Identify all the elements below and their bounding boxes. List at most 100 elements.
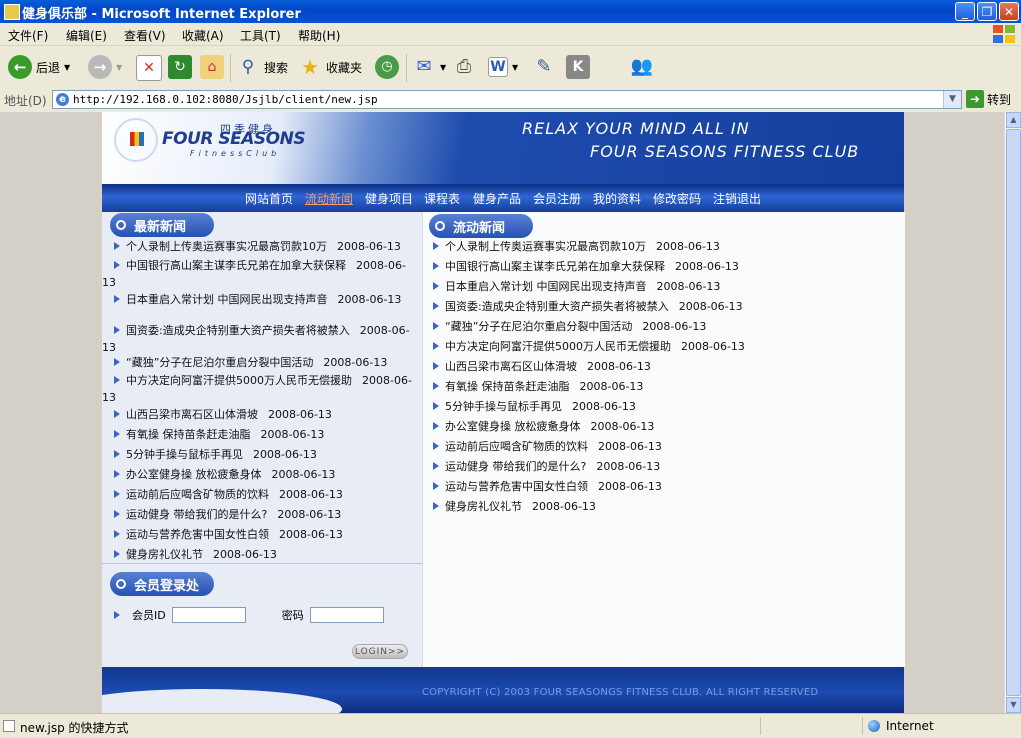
go-button[interactable]: ➜ 转到 (966, 90, 1011, 108)
favorites-button[interactable]: ★ 收藏夹 (298, 46, 362, 88)
menu-view[interactable]: 查看(V) (124, 27, 166, 44)
news-title[interactable]: 山西吕梁市离石区山体滑坡 (445, 360, 577, 373)
menu-file[interactable]: 文件(F) (8, 27, 48, 44)
list-item[interactable]: 运动与营养危害中国女性白领 2008-06-13 (102, 526, 418, 543)
menu-tools[interactable]: 工具(T) (240, 27, 281, 44)
member-id-input[interactable] (171, 607, 246, 623)
list-item[interactable]: 运动与营养危害中国女性白领 2008-06-13 (433, 478, 893, 498)
mail-button[interactable]: ✉ ▼ (412, 46, 446, 88)
list-item[interactable]: 运动健身 带给我们的是什么? 2008-06-13 (102, 506, 418, 523)
back-button[interactable]: ← 后退 ▼ (8, 46, 70, 88)
address-input[interactable] (73, 92, 933, 107)
menu-favorites[interactable]: 收藏(A) (182, 27, 224, 44)
nav-rolling-news[interactable]: 流动新闻 (305, 190, 353, 207)
list-item[interactable]: 5分钟手操与鼠标手再见 2008-06-13 (102, 446, 418, 463)
news-title[interactable]: 5分钟手操与鼠标手再见 (126, 448, 243, 461)
news-title[interactable]: “藏独”分子在尼泊尔重启分裂中国活动 (126, 356, 313, 369)
list-item[interactable]: 运动前后应喝含矿物质的饮料 2008-06-13 (433, 438, 893, 458)
stop-icon[interactable]: ✕ (136, 55, 162, 81)
search-button[interactable]: ⚲ 搜索 (236, 46, 288, 88)
list-item[interactable]: “藏独”分子在尼泊尔重启分裂中国活动 2008-06-13 (102, 354, 418, 371)
news-title[interactable]: 中国银行高山案主谋李氏兄弟在加拿大获保释 (126, 259, 346, 272)
nav-home[interactable]: 网站首页 (245, 190, 293, 207)
menu-help[interactable]: 帮助(H) (298, 27, 340, 44)
nav-schedule[interactable]: 课程表 (424, 190, 460, 207)
news-title[interactable]: 有氧操 保持苗条赶走油脂 (126, 428, 251, 441)
list-item[interactable]: 中方决定向阿富汗提供5000万人民币无偿援助 2008-06-13 (433, 338, 893, 358)
news-title[interactable]: 山西吕梁市离石区山体滑坡 (126, 408, 258, 421)
chevron-down-icon[interactable]: ▼ (943, 91, 961, 108)
list-item[interactable]: 个人录制上传奥运赛事实况最高罚款10万 2008-06-13 (433, 238, 893, 258)
news-title[interactable]: 办公室健身操 放松疲惫身体 (445, 420, 581, 433)
edit-icon: W (488, 57, 508, 77)
minimize-button[interactable]: _ (955, 2, 975, 21)
list-item[interactable]: 国资委:造成央企特别重大资产损失者将被禁入 2008-06-13 (102, 322, 418, 356)
scroll-up-icon[interactable]: ▲ (1006, 112, 1021, 128)
nav-products[interactable]: 健身产品 (473, 190, 521, 207)
list-item[interactable]: 5分钟手操与鼠标手再见 2008-06-13 (433, 398, 893, 418)
list-item[interactable]: 个人录制上传奥运赛事实况最高罚款10万 2008-06-13 (102, 238, 418, 255)
list-item[interactable]: 运动健身 带给我们的是什么? 2008-06-13 (433, 458, 893, 478)
news-title[interactable]: 健身房礼仪礼节 (445, 500, 522, 513)
messenger-icon[interactable]: 👥 (630, 55, 654, 79)
research-icon[interactable]: K (566, 55, 590, 79)
list-item[interactable]: 日本重启入常计划 中国网民出现支持声音 2008-06-13 (433, 278, 893, 298)
news-title[interactable]: “藏独”分子在尼泊尔重启分裂中国活动 (445, 320, 632, 333)
news-title[interactable]: 运动健身 带给我们的是什么? (126, 508, 267, 521)
news-title[interactable]: 运动前后应喝含矿物质的饮料 (126, 488, 269, 501)
vertical-scrollbar[interactable]: ▲ ▼ (1004, 112, 1021, 713)
news-title[interactable]: 中国银行高山案主谋李氏兄弟在加拿大获保释 (445, 260, 665, 273)
refresh-icon[interactable]: ↻ (168, 55, 192, 79)
scroll-thumb[interactable] (1006, 129, 1021, 696)
list-item[interactable]: 办公室健身操 放松疲惫身体 2008-06-13 (433, 418, 893, 438)
news-title[interactable]: 有氧操 保持苗条赶走油脂 (445, 380, 570, 393)
news-title[interactable]: 中方决定向阿富汗提供5000万人民币无偿援助 (126, 374, 352, 387)
news-title[interactable]: 个人录制上传奥运赛事实况最高罚款10万 (445, 240, 646, 253)
nav-logout[interactable]: 注销退出 (713, 190, 761, 207)
news-title[interactable]: 办公室健身操 放松疲惫身体 (126, 468, 262, 481)
news-title[interactable]: 运动与营养危害中国女性白领 (126, 528, 269, 541)
list-item[interactable]: 办公室健身操 放松疲惫身体 2008-06-13 (102, 466, 418, 483)
scroll-down-icon[interactable]: ▼ (1006, 697, 1021, 713)
discuss-icon[interactable]: ✎ (532, 55, 556, 79)
nav-change-password[interactable]: 修改密码 (653, 190, 701, 207)
login-button[interactable]: LOGIN>> (352, 644, 408, 659)
menu-edit[interactable]: 编辑(E) (66, 27, 107, 44)
list-item[interactable]: 国资委:造成央企特别重大资产损失者将被禁入 2008-06-13 (433, 298, 893, 318)
list-item[interactable]: 运动前后应喝含矿物质的饮料 2008-06-13 (102, 486, 418, 503)
news-title[interactable]: 运动前后应喝含矿物质的饮料 (445, 440, 588, 453)
list-item[interactable]: 健身房礼仪礼节 2008-06-13 (433, 498, 893, 518)
news-title[interactable]: 中方决定向阿富汗提供5000万人民币无偿援助 (445, 340, 671, 353)
right-column: 流动新闻 个人录制上传奥运赛事实况最高罚款10万 2008-06-13 中国银行高… (422, 212, 905, 667)
news-title[interactable]: 运动健身 带给我们的是什么? (445, 460, 586, 473)
list-item[interactable]: “藏独”分子在尼泊尔重启分裂中国活动 2008-06-13 (433, 318, 893, 338)
password-input[interactable] (309, 607, 384, 623)
news-title[interactable]: 个人录制上传奥运赛事实况最高罚款10万 (126, 240, 327, 253)
news-title[interactable]: 5分钟手操与鼠标手再见 (445, 400, 562, 413)
list-item[interactable]: 中国银行高山案主谋李氏兄弟在加拿大获保释 2008-06-13 (433, 258, 893, 278)
news-title[interactable]: 国资委:造成央企特别重大资产损失者将被禁入 (126, 324, 350, 337)
list-item[interactable]: 有氧操 保持苗条赶走油脂 2008-06-13 (102, 426, 418, 443)
edit-button[interactable]: W ▼ (488, 46, 518, 88)
list-item[interactable]: 山西吕梁市离石区山体滑坡 2008-06-13 (433, 358, 893, 378)
maximize-button[interactable]: ❐ (977, 2, 997, 21)
news-title[interactable]: 日本重启入常计划 中国网民出现支持声音 (126, 293, 328, 306)
nav-register[interactable]: 会员注册 (533, 190, 581, 207)
list-item[interactable]: 健身房礼仪礼节 2008-06-13 (102, 546, 418, 563)
news-title[interactable]: 健身房礼仪礼节 (126, 548, 203, 561)
news-title[interactable]: 国资委:造成央企特别重大资产损失者将被禁入 (445, 300, 669, 313)
list-item[interactable]: 日本重启入常计划 中国网民出现支持声音 2008-06-13 (102, 291, 418, 308)
nav-fitness-items[interactable]: 健身项目 (365, 190, 413, 207)
news-title[interactable]: 运动与营养危害中国女性白领 (445, 480, 588, 493)
list-item[interactable]: 中方决定向阿富汗提供5000万人民币无偿援助 2008-06-13 (102, 372, 418, 406)
history-icon[interactable]: ◷ (375, 55, 399, 79)
nav-my-profile[interactable]: 我的资料 (593, 190, 641, 207)
close-button[interactable]: ✕ (999, 2, 1019, 21)
forward-button[interactable]: → ▼ (88, 46, 122, 88)
home-icon[interactable]: ⌂ (200, 55, 224, 79)
list-item[interactable]: 中国银行高山案主谋李氏兄弟在加拿大获保释 2008-06-13 (102, 257, 418, 291)
print-icon[interactable]: ⎙ (452, 55, 476, 79)
list-item[interactable]: 有氧操 保持苗条赶走油脂 2008-06-13 (433, 378, 893, 398)
list-item[interactable]: 山西吕梁市离石区山体滑坡 2008-06-13 (102, 406, 418, 423)
news-title[interactable]: 日本重启入常计划 中国网民出现支持声音 (445, 280, 647, 293)
